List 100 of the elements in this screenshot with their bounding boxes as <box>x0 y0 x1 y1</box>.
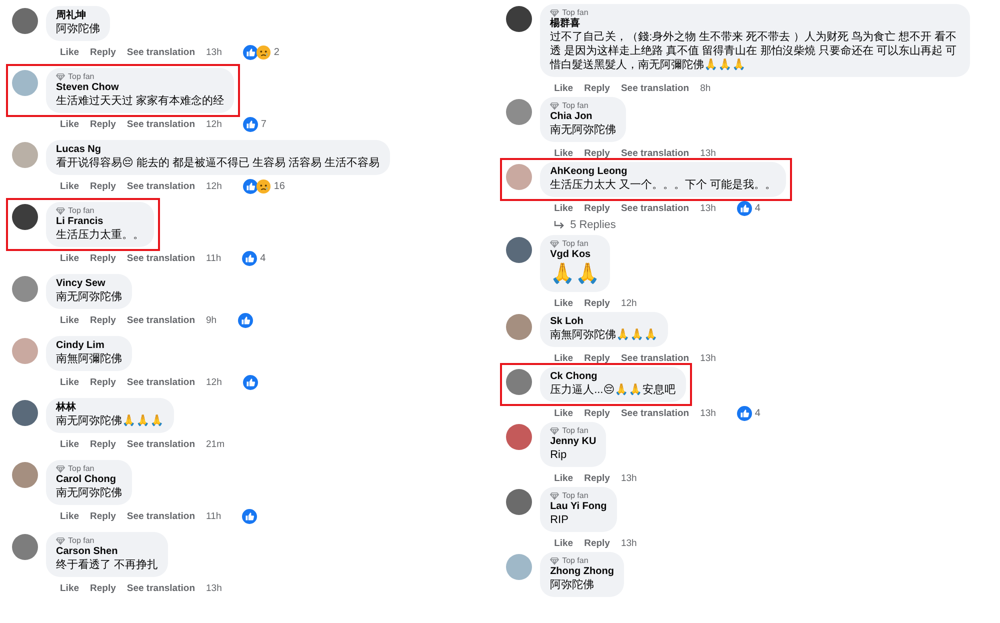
comment-time[interactable]: 13h <box>206 582 222 594</box>
comment-action-link[interactable]: See translation <box>126 438 195 450</box>
commenter-name[interactable]: Vgd Kos <box>550 249 600 261</box>
comment-action-link[interactable]: Reply <box>90 252 116 264</box>
comment-action-link[interactable]: Like <box>554 148 574 158</box>
comment-action-link[interactable]: See translation <box>126 314 195 326</box>
comment-action-link[interactable]: Like <box>554 472 574 484</box>
comment-action-link[interactable]: Reply <box>584 202 610 214</box>
comment-time[interactable]: 13h <box>700 408 716 418</box>
reaction-count: 4 <box>754 202 760 214</box>
comment-time[interactable]: 11h <box>206 510 222 522</box>
like-reaction-icon[interactable] <box>736 406 752 420</box>
comment-action-link[interactable]: See translation <box>126 46 195 58</box>
like-reaction-icon[interactable] <box>736 200 752 216</box>
commenter-name[interactable]: 周礼坤 <box>56 10 100 22</box>
commenter-name[interactable]: Steven Chow <box>56 82 224 94</box>
comment-action-link[interactable]: Like <box>554 408 574 418</box>
comment-time[interactable]: 9h <box>206 314 217 326</box>
comment-action-link[interactable]: See translation <box>620 352 690 364</box>
commenter-name[interactable]: Jenny KU <box>550 436 596 448</box>
comment-action-link[interactable]: Reply <box>90 438 116 450</box>
comment-action-link[interactable]: Like <box>60 376 80 388</box>
comment-time[interactable]: 11h <box>206 252 222 264</box>
comment-action-link[interactable]: Reply <box>584 82 610 94</box>
replies-count-label[interactable]: 5 Replies <box>570 219 616 231</box>
commenter-name[interactable]: Lucas Ng <box>56 144 380 156</box>
comment-time[interactable]: 21m <box>206 438 224 450</box>
comment-time[interactable]: 13h <box>700 148 716 158</box>
comment-action-link[interactable]: Reply <box>90 180 116 192</box>
comment-time[interactable]: 8h <box>700 82 711 94</box>
comment-action-link[interactable]: Reply <box>584 352 610 364</box>
comment-time[interactable]: 12h <box>206 180 222 192</box>
comment-action-link[interactable]: Reply <box>584 472 610 484</box>
comment-action-link[interactable]: Like <box>60 582 80 594</box>
comment-text: 🙏🙏 <box>550 262 600 287</box>
comment-action-link[interactable]: See translation <box>620 82 690 94</box>
like-reaction-icon[interactable] <box>242 178 258 194</box>
comment-action-link[interactable]: Like <box>554 202 574 214</box>
comment-time[interactable]: 12h <box>206 118 222 130</box>
comment-action-link[interactable]: Reply <box>90 376 116 388</box>
commenter-name[interactable]: 楊群喜 <box>550 18 960 30</box>
comment-action-link[interactable]: Reply <box>584 298 610 308</box>
comment-action-link[interactable]: Like <box>554 82 574 94</box>
comment-time[interactable]: 13h <box>700 202 716 214</box>
comment-action-link[interactable]: Reply <box>90 510 116 522</box>
comment-action-link[interactable]: See translation <box>126 252 195 264</box>
like-reaction-icon[interactable] <box>242 44 258 60</box>
comment-action-link[interactable]: Reply <box>584 148 610 158</box>
comment-action-link[interactable]: Like <box>60 510 80 522</box>
like-reaction-icon[interactable] <box>242 508 258 524</box>
commenter-name[interactable]: 林林 <box>56 402 164 414</box>
comment-action-link[interactable]: Like <box>60 118 80 130</box>
comment-action-link[interactable]: Reply <box>584 538 610 548</box>
comment-time[interactable]: 13h <box>620 538 637 548</box>
comment-action-link[interactable]: Like <box>554 352 574 364</box>
sad-face-reaction-icon[interactable] <box>256 178 271 194</box>
comment-action-link[interactable]: Like <box>60 438 80 450</box>
comment-action-link[interactable]: Reply <box>90 118 116 130</box>
comment-action-link[interactable]: Like <box>60 46 80 58</box>
comment-action-link[interactable]: See translation <box>126 510 195 522</box>
comment-action-link[interactable]: See translation <box>620 148 690 158</box>
like-reaction-icon[interactable] <box>238 312 253 328</box>
comment-time[interactable]: 13h <box>206 46 222 58</box>
top-fan-label: Top fan <box>562 8 588 18</box>
comment-action-link[interactable]: Reply <box>90 314 116 326</box>
comment-action-link[interactable]: Like <box>60 314 80 326</box>
commenter-name[interactable]: Carson Shen <box>56 546 158 558</box>
commenter-name[interactable]: Sk Loh <box>550 316 658 328</box>
commenter-name[interactable]: Li Francis <box>56 216 144 228</box>
comment-time[interactable]: 13h <box>620 472 637 484</box>
comment-action-link[interactable]: Reply <box>90 582 116 594</box>
commenter-name[interactable]: Ck Chong <box>550 371 676 383</box>
commenter-name[interactable]: Lau Yi Fong <box>550 501 607 513</box>
comment-action-link[interactable]: See translation <box>620 408 690 418</box>
comment-action-link[interactable]: Like <box>554 538 574 548</box>
like-reaction-icon[interactable] <box>242 250 258 266</box>
like-reaction-icon[interactable] <box>242 116 258 132</box>
comment-time[interactable]: 12h <box>620 298 637 308</box>
sad-face-reaction-icon[interactable] <box>256 44 271 60</box>
commenter-name[interactable]: Carol Chong <box>56 474 122 486</box>
view-replies-link[interactable]: 5 Replies <box>554 219 616 231</box>
comment-action-link[interactable]: See translation <box>126 376 195 388</box>
like-reaction-icon[interactable] <box>242 374 258 390</box>
commenter-name[interactable]: Zhong Zhong <box>550 566 614 578</box>
comment-action-link[interactable]: See translation <box>126 180 195 192</box>
comment-action-link[interactable]: See translation <box>126 582 195 594</box>
commenter-name[interactable]: Chia Jon <box>550 111 616 123</box>
comment-action-link[interactable]: Reply <box>584 408 610 418</box>
comment-action-link[interactable]: Like <box>60 180 80 192</box>
comment-action-link[interactable]: Like <box>60 252 80 264</box>
commenter-name[interactable]: Cindy Lim <box>56 340 122 352</box>
commenter-name[interactable]: AhKeong Leong <box>550 166 776 178</box>
comment-action-link[interactable]: See translation <box>126 118 195 130</box>
comment-action-link[interactable]: See translation <box>620 202 690 214</box>
comment-action-link[interactable]: Reply <box>90 46 116 58</box>
comment-time[interactable]: 13h <box>700 352 716 364</box>
commenter-name[interactable]: Vincy Sew <box>56 278 122 290</box>
avatar-photo-placeholder <box>506 424 532 450</box>
comment-action-link[interactable]: Like <box>554 298 574 308</box>
comment-time[interactable]: 12h <box>206 376 222 388</box>
